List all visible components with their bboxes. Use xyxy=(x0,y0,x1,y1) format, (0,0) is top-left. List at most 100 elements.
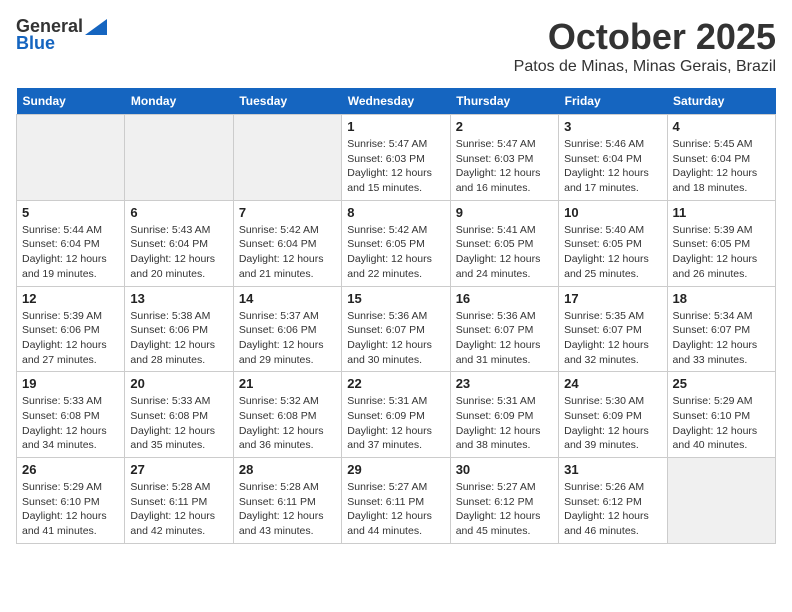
cell-content: Sunrise: 5:45 AMSunset: 6:04 PMDaylight:… xyxy=(673,137,770,196)
calendar-week-4: 19 Sunrise: 5:33 AMSunset: 6:08 PMDayligh… xyxy=(17,372,776,458)
day-number: 24 xyxy=(564,376,661,391)
day-number: 5 xyxy=(22,205,119,220)
calendar-cell: 3Sunrise: 5:46 AMSunset: 6:04 PMDaylight… xyxy=(559,115,667,201)
page-header: General Blue October 2025 Patos de Minas… xyxy=(16,16,776,76)
day-number: 16 xyxy=(456,291,553,306)
calendar-cell: 10Sunrise: 5:40 AMSunset: 6:05 PMDayligh… xyxy=(559,200,667,286)
calendar-cell: 22 Sunrise: 5:31 AMSunset: 6:09 PMDayligh… xyxy=(342,372,450,458)
cell-content: Sunrise: 5:32 AMSunset: 6:08 PMDaylight:… xyxy=(239,394,336,453)
calendar-cell: 9 Sunrise: 5:41 AMSunset: 6:05 PMDaylight… xyxy=(450,200,558,286)
cell-content: Sunrise: 5:37 AMSunset: 6:06 PMDaylight:… xyxy=(239,309,336,368)
day-number: 13 xyxy=(130,291,227,306)
calendar-cell: 23 Sunrise: 5:31 AMSunset: 6:09 PMDayligh… xyxy=(450,372,558,458)
day-header-friday: Friday xyxy=(559,88,667,115)
day-number: 19 xyxy=(22,376,119,391)
cell-content: Sunrise: 5:31 AMSunset: 6:09 PMDaylight:… xyxy=(347,394,444,453)
day-number: 23 xyxy=(456,376,553,391)
calendar-cell: 8 Sunrise: 5:42 AMSunset: 6:05 PMDaylight… xyxy=(342,200,450,286)
calendar-cell: 15Sunrise: 5:36 AMSunset: 6:07 PMDayligh… xyxy=(342,286,450,372)
day-number: 11 xyxy=(673,205,770,220)
cell-content: Sunrise: 5:39 AMSunset: 6:06 PMDaylight:… xyxy=(22,309,119,368)
cell-content: Sunrise: 5:28 AMSunset: 6:11 PMDaylight:… xyxy=(239,480,336,539)
cell-content: Sunrise: 5:36 AMSunset: 6:07 PMDaylight:… xyxy=(456,309,553,368)
calendar-cell: 2 Sunrise: 5:47 AMSunset: 6:03 PMDaylight… xyxy=(450,115,558,201)
calendar-cell xyxy=(17,115,125,201)
day-number: 25 xyxy=(673,376,770,391)
day-number: 9 xyxy=(456,205,553,220)
calendar-table: SundayMondayTuesdayWednesdayThursdayFrid… xyxy=(16,88,776,544)
calendar-cell: 21 Sunrise: 5:32 AMSunset: 6:08 PMDayligh… xyxy=(233,372,341,458)
day-number: 2 xyxy=(456,119,553,134)
day-number: 29 xyxy=(347,462,444,477)
calendar-cell: 13 Sunrise: 5:38 AMSunset: 6:06 PMDayligh… xyxy=(125,286,233,372)
logo: General Blue xyxy=(16,16,107,54)
day-number: 26 xyxy=(22,462,119,477)
calendar-cell: 26 Sunrise: 5:29 AMSunset: 6:10 PMDayligh… xyxy=(17,458,125,544)
calendar-cell: 27 Sunrise: 5:28 AMSunset: 6:11 PMDayligh… xyxy=(125,458,233,544)
calendar-cell: 24 Sunrise: 5:30 AMSunset: 6:09 PMDayligh… xyxy=(559,372,667,458)
calendar-week-2: 5 Sunrise: 5:44 AMSunset: 6:04 PMDaylight… xyxy=(17,200,776,286)
calendar-cell: 7 Sunrise: 5:42 AMSunset: 6:04 PMDaylight… xyxy=(233,200,341,286)
calendar-cell: 29 Sunrise: 5:27 AMSunset: 6:11 PMDayligh… xyxy=(342,458,450,544)
day-header-sunday: Sunday xyxy=(17,88,125,115)
day-number: 30 xyxy=(456,462,553,477)
calendar-cell: 31Sunrise: 5:26 AMSunset: 6:12 PMDayligh… xyxy=(559,458,667,544)
calendar-cell: 19 Sunrise: 5:33 AMSunset: 6:08 PMDayligh… xyxy=(17,372,125,458)
cell-content: Sunrise: 5:42 AMSunset: 6:05 PMDaylight:… xyxy=(347,223,444,282)
calendar-cell xyxy=(233,115,341,201)
cell-content: Sunrise: 5:30 AMSunset: 6:09 PMDaylight:… xyxy=(564,394,661,453)
day-number: 1 xyxy=(347,119,444,134)
cell-content: Sunrise: 5:44 AMSunset: 6:04 PMDaylight:… xyxy=(22,223,119,282)
cell-content: Sunrise: 5:40 AMSunset: 6:05 PMDaylight:… xyxy=(564,223,661,282)
cell-content: Sunrise: 5:42 AMSunset: 6:04 PMDaylight:… xyxy=(239,223,336,282)
cell-content: Sunrise: 5:29 AMSunset: 6:10 PMDaylight:… xyxy=(22,480,119,539)
day-number: 21 xyxy=(239,376,336,391)
cell-content: Sunrise: 5:31 AMSunset: 6:09 PMDaylight:… xyxy=(456,394,553,453)
calendar-week-3: 12 Sunrise: 5:39 AMSunset: 6:06 PMDayligh… xyxy=(17,286,776,372)
day-number: 12 xyxy=(22,291,119,306)
day-number: 27 xyxy=(130,462,227,477)
title-block: October 2025 Patos de Minas, Minas Gerai… xyxy=(514,16,776,76)
cell-content: Sunrise: 5:43 AMSunset: 6:04 PMDaylight:… xyxy=(130,223,227,282)
subtitle: Patos de Minas, Minas Gerais, Brazil xyxy=(514,58,776,76)
cell-content: Sunrise: 5:38 AMSunset: 6:06 PMDaylight:… xyxy=(130,309,227,368)
day-header-tuesday: Tuesday xyxy=(233,88,341,115)
day-number: 31 xyxy=(564,462,661,477)
day-number: 8 xyxy=(347,205,444,220)
day-number: 17 xyxy=(564,291,661,306)
day-number: 28 xyxy=(239,462,336,477)
cell-content: Sunrise: 5:47 AMSunset: 6:03 PMDaylight:… xyxy=(347,137,444,196)
calendar-cell: 1 Sunrise: 5:47 AMSunset: 6:03 PMDaylight… xyxy=(342,115,450,201)
day-number: 14 xyxy=(239,291,336,306)
calendar-cell: 17Sunrise: 5:35 AMSunset: 6:07 PMDayligh… xyxy=(559,286,667,372)
day-number: 20 xyxy=(130,376,227,391)
calendar-cell: 4 Sunrise: 5:45 AMSunset: 6:04 PMDaylight… xyxy=(667,115,775,201)
calendar-week-1: 1 Sunrise: 5:47 AMSunset: 6:03 PMDaylight… xyxy=(17,115,776,201)
cell-content: Sunrise: 5:41 AMSunset: 6:05 PMDaylight:… xyxy=(456,223,553,282)
day-header-saturday: Saturday xyxy=(667,88,775,115)
calendar-cell: 6 Sunrise: 5:43 AMSunset: 6:04 PMDaylight… xyxy=(125,200,233,286)
calendar-cell: 28 Sunrise: 5:28 AMSunset: 6:11 PMDayligh… xyxy=(233,458,341,544)
calendar-cell: 30 Sunrise: 5:27 AMSunset: 6:12 PMDayligh… xyxy=(450,458,558,544)
day-header-thursday: Thursday xyxy=(450,88,558,115)
calendar-cell: 18Sunrise: 5:34 AMSunset: 6:07 PMDayligh… xyxy=(667,286,775,372)
calendar-week-5: 26 Sunrise: 5:29 AMSunset: 6:10 PMDayligh… xyxy=(17,458,776,544)
cell-content: Sunrise: 5:27 AMSunset: 6:12 PMDaylight:… xyxy=(456,480,553,539)
day-header-monday: Monday xyxy=(125,88,233,115)
cell-content: Sunrise: 5:47 AMSunset: 6:03 PMDaylight:… xyxy=(456,137,553,196)
cell-content: Sunrise: 5:28 AMSunset: 6:11 PMDaylight:… xyxy=(130,480,227,539)
cell-content: Sunrise: 5:36 AMSunset: 6:07 PMDaylight:… xyxy=(347,309,444,368)
cell-content: Sunrise: 5:33 AMSunset: 6:08 PMDaylight:… xyxy=(22,394,119,453)
day-number: 4 xyxy=(673,119,770,134)
day-number: 3 xyxy=(564,119,661,134)
calendar-header-row: SundayMondayTuesdayWednesdayThursdayFrid… xyxy=(17,88,776,115)
day-number: 22 xyxy=(347,376,444,391)
cell-content: Sunrise: 5:33 AMSunset: 6:08 PMDaylight:… xyxy=(130,394,227,453)
main-title: October 2025 xyxy=(514,16,776,58)
day-number: 6 xyxy=(130,205,227,220)
day-number: 7 xyxy=(239,205,336,220)
calendar-cell: 12 Sunrise: 5:39 AMSunset: 6:06 PMDayligh… xyxy=(17,286,125,372)
calendar-cell: 5 Sunrise: 5:44 AMSunset: 6:04 PMDaylight… xyxy=(17,200,125,286)
calendar-cell xyxy=(125,115,233,201)
cell-content: Sunrise: 5:27 AMSunset: 6:11 PMDaylight:… xyxy=(347,480,444,539)
